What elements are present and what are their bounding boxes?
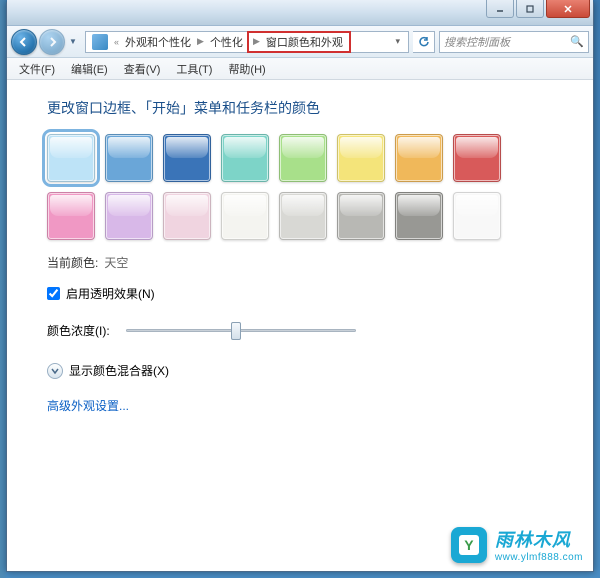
color-swatch-6[interactable] xyxy=(395,134,443,182)
color-swatch-8[interactable] xyxy=(47,192,95,240)
breadcrumb-prefix: « xyxy=(112,37,121,47)
control-panel-window: ▼ « 外观和个性化 ▶ 个性化 ▶ 窗口颜色和外观 ▾ 搜索控制面板 🔍 文件… xyxy=(6,0,594,572)
slider-thumb[interactable] xyxy=(231,322,241,340)
chevron-right-icon[interactable]: ▶ xyxy=(195,36,206,47)
transparency-label: 启用透明效果(N) xyxy=(66,285,155,302)
color-swatch-2[interactable] xyxy=(163,134,211,182)
menu-edit[interactable]: 编辑(E) xyxy=(63,59,116,79)
highlight-annotation: ▶ 窗口颜色和外观 xyxy=(247,31,351,53)
color-swatch-11[interactable] xyxy=(221,192,269,240)
forward-button[interactable] xyxy=(39,29,65,55)
current-color-label: 当前颜色: xyxy=(47,254,98,271)
menu-bar: 文件(F) 编辑(E) 查看(V) 工具(T) 帮助(H) xyxy=(7,58,593,80)
personalization-icon xyxy=(92,34,108,50)
watermark-url: www.ylmf888.com xyxy=(495,552,583,563)
color-swatch-9[interactable] xyxy=(105,192,153,240)
color-swatch-1[interactable] xyxy=(105,134,153,182)
color-swatch-grid xyxy=(47,134,527,240)
color-swatch-13[interactable] xyxy=(337,192,385,240)
color-swatch-4[interactable] xyxy=(279,134,327,182)
refresh-button[interactable] xyxy=(413,31,435,53)
expand-mixer-button[interactable] xyxy=(47,363,63,379)
window-titlebar xyxy=(7,0,593,26)
menu-tools[interactable]: 工具(T) xyxy=(168,59,220,79)
search-placeholder: 搜索控制面板 xyxy=(444,34,510,50)
current-color-value: 天空 xyxy=(104,254,128,271)
search-icon[interactable]: 🔍 xyxy=(570,35,584,48)
color-swatch-15[interactable] xyxy=(453,192,501,240)
breadcrumb-personalization[interactable]: 个性化 xyxy=(206,32,247,52)
color-swatch-14[interactable] xyxy=(395,192,443,240)
mixer-label: 显示颜色混合器(X) xyxy=(69,362,169,379)
nav-history-dropdown[interactable]: ▼ xyxy=(69,37,81,46)
menu-file[interactable]: 文件(F) xyxy=(11,59,63,79)
intensity-label: 颜色浓度(I): xyxy=(47,322,110,339)
current-color-row: 当前颜色: 天空 xyxy=(47,254,553,271)
page-title: 更改窗口边框、「开始」菜单和任务栏的颜色 xyxy=(47,98,553,118)
chevron-right-icon[interactable]: ▶ xyxy=(251,36,262,47)
advanced-appearance-link[interactable]: 高级外观设置... xyxy=(47,397,553,414)
color-swatch-3[interactable] xyxy=(221,134,269,182)
address-dropdown[interactable]: ▾ xyxy=(389,36,406,47)
content-area: 更改窗口边框、「开始」菜单和任务栏的颜色 当前颜色: 天空 启用透明效果(N) … xyxy=(7,80,593,571)
minimize-button[interactable] xyxy=(486,0,514,18)
maximize-button[interactable] xyxy=(516,0,544,18)
back-button[interactable] xyxy=(11,29,37,55)
search-input[interactable]: 搜索控制面板 🔍 xyxy=(439,31,589,53)
color-swatch-12[interactable] xyxy=(279,192,327,240)
transparency-checkbox[interactable] xyxy=(47,287,60,300)
watermark-logo: Y xyxy=(451,527,487,563)
color-swatch-10[interactable] xyxy=(163,192,211,240)
nav-toolbar: ▼ « 外观和个性化 ▶ 个性化 ▶ 窗口颜色和外观 ▾ 搜索控制面板 🔍 xyxy=(7,26,593,58)
color-swatch-7[interactable] xyxy=(453,134,501,182)
menu-help[interactable]: 帮助(H) xyxy=(220,59,273,79)
color-swatch-0[interactable] xyxy=(47,134,95,182)
close-button[interactable] xyxy=(546,0,590,18)
address-bar[interactable]: « 外观和个性化 ▶ 个性化 ▶ 窗口颜色和外观 ▾ xyxy=(85,31,409,53)
watermark-text: 雨林木风 xyxy=(495,526,583,552)
menu-view[interactable]: 查看(V) xyxy=(116,59,169,79)
intensity-slider[interactable] xyxy=(126,320,356,340)
watermark: Y 雨林木风 www.ylmf888.com xyxy=(451,526,583,563)
breadcrumb-appearance[interactable]: 外观和个性化 xyxy=(121,32,195,52)
color-swatch-5[interactable] xyxy=(337,134,385,182)
breadcrumb-window-color[interactable]: 窗口颜色和外观 xyxy=(262,33,347,51)
